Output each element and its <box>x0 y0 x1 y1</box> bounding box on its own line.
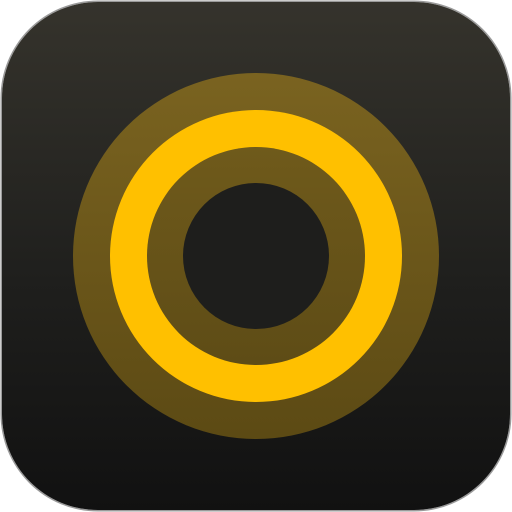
icon-canvas <box>0 0 512 512</box>
ring-core <box>183 183 329 329</box>
app-icon-tile[interactable] <box>2 2 510 510</box>
concentric-rings-icon <box>73 73 439 439</box>
